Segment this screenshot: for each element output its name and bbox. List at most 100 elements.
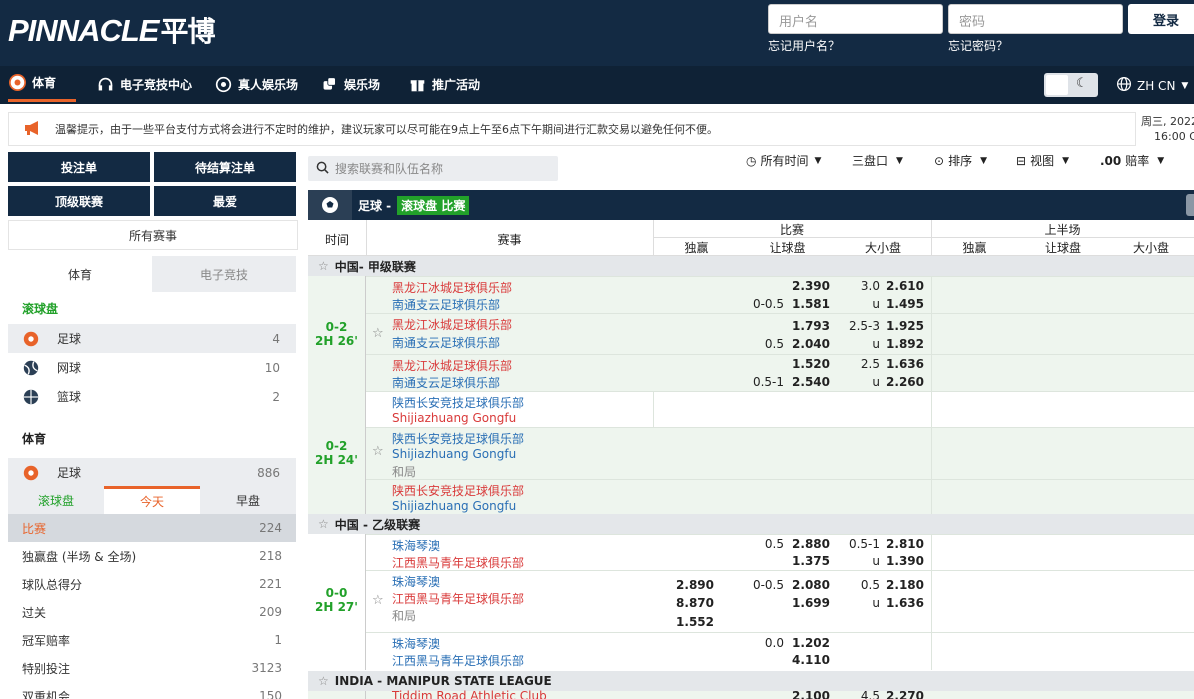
away-team[interactable]: 江西黑马青年足球俱乐部 [392, 554, 524, 571]
handicap-home-odds[interactable]: 1.793 [788, 319, 830, 333]
away-team[interactable]: 江西黑马青年足球俱乐部 [392, 652, 524, 669]
handicap-home-odds[interactable]: 1.520 [788, 357, 830, 371]
nav-sports[interactable]: 体育 [8, 66, 76, 102]
market-item-team-total[interactable]: 球队总得分 221 [8, 570, 296, 598]
pinnacle-logo[interactable]: PINNACLE平博 [8, 10, 215, 50]
over-odds[interactable]: 2.610 [884, 279, 924, 293]
odds-format-prefix: .00 [1100, 153, 1122, 168]
handicap-away-odds[interactable]: 2.540 [788, 375, 830, 389]
subtab-today[interactable]: 今天 [104, 486, 200, 514]
betslip-button[interactable]: 投注单 [8, 152, 150, 182]
league-header[interactable]: ☆ 中国 - 乙级联赛 [308, 514, 1194, 534]
under-odds[interactable]: 1.636 [884, 596, 924, 610]
handicap-away-odds[interactable]: 1.581 [788, 297, 830, 311]
handicap-away-odds[interactable]: 1.699 [788, 596, 830, 610]
nav-promotions[interactable]: 推广活动 [408, 66, 480, 102]
home-team[interactable]: 珠海琴澳 [392, 573, 440, 590]
market-item-moneyline[interactable]: 独赢盘 (半场 & 全场) 218 [8, 542, 296, 570]
tab-sports[interactable]: 体育 [8, 256, 152, 292]
star-icon[interactable]: ☆ [318, 517, 329, 531]
market-item-outright[interactable]: 冠军赔率 1 [8, 626, 296, 654]
handicap-away-odds[interactable]: 1.375 [788, 554, 830, 568]
moneyline-home-odds[interactable]: 2.890 [672, 578, 714, 592]
view-filter[interactable]: ⊟ 视图 ▼ [1016, 152, 1069, 169]
away-team[interactable]: 江西黑马青年足球俱乐部 [392, 590, 524, 607]
over-odds[interactable]: 2.810 [884, 537, 924, 551]
away-team[interactable]: 南通支云足球俱乐部 [392, 374, 500, 391]
market-item-parlay[interactable]: 过关 209 [8, 598, 296, 626]
handicap-home-odds[interactable]: 2.880 [788, 537, 830, 551]
home-team[interactable]: 陕西长安竞技足球俱乐部 [392, 430, 524, 447]
subtab-early[interactable]: 早盘 [200, 486, 296, 514]
star-icon[interactable]: ☆ [372, 593, 384, 608]
sidebar-item-live-soccer[interactable]: 足球 4 [8, 324, 296, 353]
time-filter[interactable]: ◷ 所有时间 ▼ [746, 152, 821, 169]
league-header[interactable]: ☆ INDIA - MANIPUR STATE LEAGUE [308, 671, 1194, 691]
top-leagues-button[interactable]: 顶级联赛 [8, 186, 150, 216]
home-team[interactable]: 黑龙江冰城足球俱乐部 [392, 279, 512, 296]
all-events-button[interactable]: 所有赛事 [8, 220, 298, 250]
handicap-home-odds[interactable]: 2.390 [788, 279, 830, 293]
home-team[interactable]: 陕西长安竞技足球俱乐部 [392, 394, 524, 411]
market-item-match[interactable]: 比赛 224 [8, 514, 296, 542]
odds-format-filter[interactable]: .00 赔率 ▼ [1100, 152, 1164, 169]
login-button[interactable]: 登录 [1128, 4, 1194, 34]
nav-esports-center[interactable]: 电子竞技中心 [96, 66, 192, 102]
home-team[interactable]: Tiddim Road Athletic Club [392, 689, 547, 699]
forgot-password-link[interactable]: 忘记密码？ [948, 37, 1008, 54]
sidebar-item-live-tennis[interactable]: 网球 10 [8, 353, 296, 382]
star-icon[interactable]: ☆ [372, 444, 384, 459]
lines-filter[interactable]: 三盘口 ▼ [852, 152, 903, 169]
sidebar-item-live-basketball[interactable]: 篮球 2 [8, 382, 296, 411]
star-icon[interactable]: ☆ [318, 259, 329, 273]
away-team[interactable]: 南通支云足球俱乐部 [392, 334, 500, 351]
home-team[interactable]: 珠海琴澳 [392, 635, 440, 652]
league-header[interactable]: ☆ 中国- 甲级联赛 [308, 256, 1194, 276]
league-name: INDIA - MANIPUR STATE LEAGUE [334, 674, 552, 688]
over-odds[interactable]: 2.180 [884, 578, 924, 592]
star-icon[interactable]: ☆ [372, 326, 384, 341]
under-odds[interactable]: 1.495 [884, 297, 924, 311]
nav-live-casino[interactable]: 真人娱乐场 [214, 66, 298, 102]
language-selector[interactable]: ZH CN ▼ [1116, 76, 1188, 95]
tab-esports[interactable]: 电子竞技 [152, 256, 296, 292]
password-input[interactable]: 密码 [948, 4, 1123, 34]
sidebar-item-soccer[interactable]: 足球 886 [8, 458, 296, 487]
star-icon[interactable]: ☆ [318, 674, 329, 688]
notice-text: 温馨提示，由于一些平台支付方式将会进行不定时的维护，建议玩家可以尽可能在9点上午… [55, 123, 718, 136]
moneyline-away-odds[interactable]: 8.870 [672, 596, 714, 610]
pending-bets-button[interactable]: 待结算注单 [154, 152, 296, 182]
under-odds[interactable]: 2.260 [884, 375, 924, 389]
away-team[interactable]: Shijiazhuang Gongfu [392, 499, 516, 513]
moneyline-draw-odds[interactable]: 1.552 [672, 615, 714, 629]
market-item-double-chance[interactable]: 双重机会 150 [8, 682, 296, 699]
away-team[interactable]: Shijiazhuang Gongfu [392, 447, 516, 461]
home-team[interactable]: 黑龙江冰城足球俱乐部 [392, 357, 512, 374]
home-team[interactable]: 黑龙江冰城足球俱乐部 [392, 316, 512, 333]
username-input[interactable]: 用户名 [768, 4, 943, 34]
market-item-specials[interactable]: 特别投注 3123 [8, 654, 296, 682]
under-odds[interactable]: 1.892 [884, 337, 924, 351]
handicap-away-odds[interactable]: 4.110 [788, 653, 830, 667]
home-team[interactable]: 陕西长安竞技足球俱乐部 [392, 482, 524, 499]
handicap-away-odds[interactable]: 2.040 [788, 337, 830, 351]
forgot-username-link[interactable]: 忘记用户名？ [768, 37, 840, 54]
league-team-search[interactable]: 搜索联赛和队伍名称 [308, 156, 558, 181]
over-odds[interactable]: 2.270 [884, 689, 924, 699]
theme-toggle[interactable]: ☾ [1044, 73, 1098, 97]
over-odds[interactable]: 1.636 [884, 357, 924, 371]
away-team[interactable]: Shijiazhuang Gongfu [392, 411, 516, 425]
favorites-button[interactable]: 最爱 [154, 186, 296, 216]
handicap-home-odds[interactable]: 2.100 [788, 689, 830, 699]
handicap-home-odds[interactable]: 1.202 [788, 636, 830, 650]
handicap-home-odds[interactable]: 2.080 [788, 578, 830, 592]
over-odds[interactable]: 1.925 [884, 319, 924, 333]
col-event: 赛事 [497, 233, 522, 247]
subtab-live[interactable]: 滚球盘 [8, 486, 104, 514]
collapse-icon[interactable] [1186, 194, 1194, 216]
under-odds[interactable]: 1.390 [884, 554, 924, 568]
sort-filter[interactable]: ⊙ 排序 ▼ [934, 152, 987, 169]
home-team[interactable]: 珠海琴澳 [392, 537, 440, 554]
nav-casino[interactable]: 娱乐场 [320, 66, 380, 102]
away-team[interactable]: 南通支云足球俱乐部 [392, 296, 500, 313]
